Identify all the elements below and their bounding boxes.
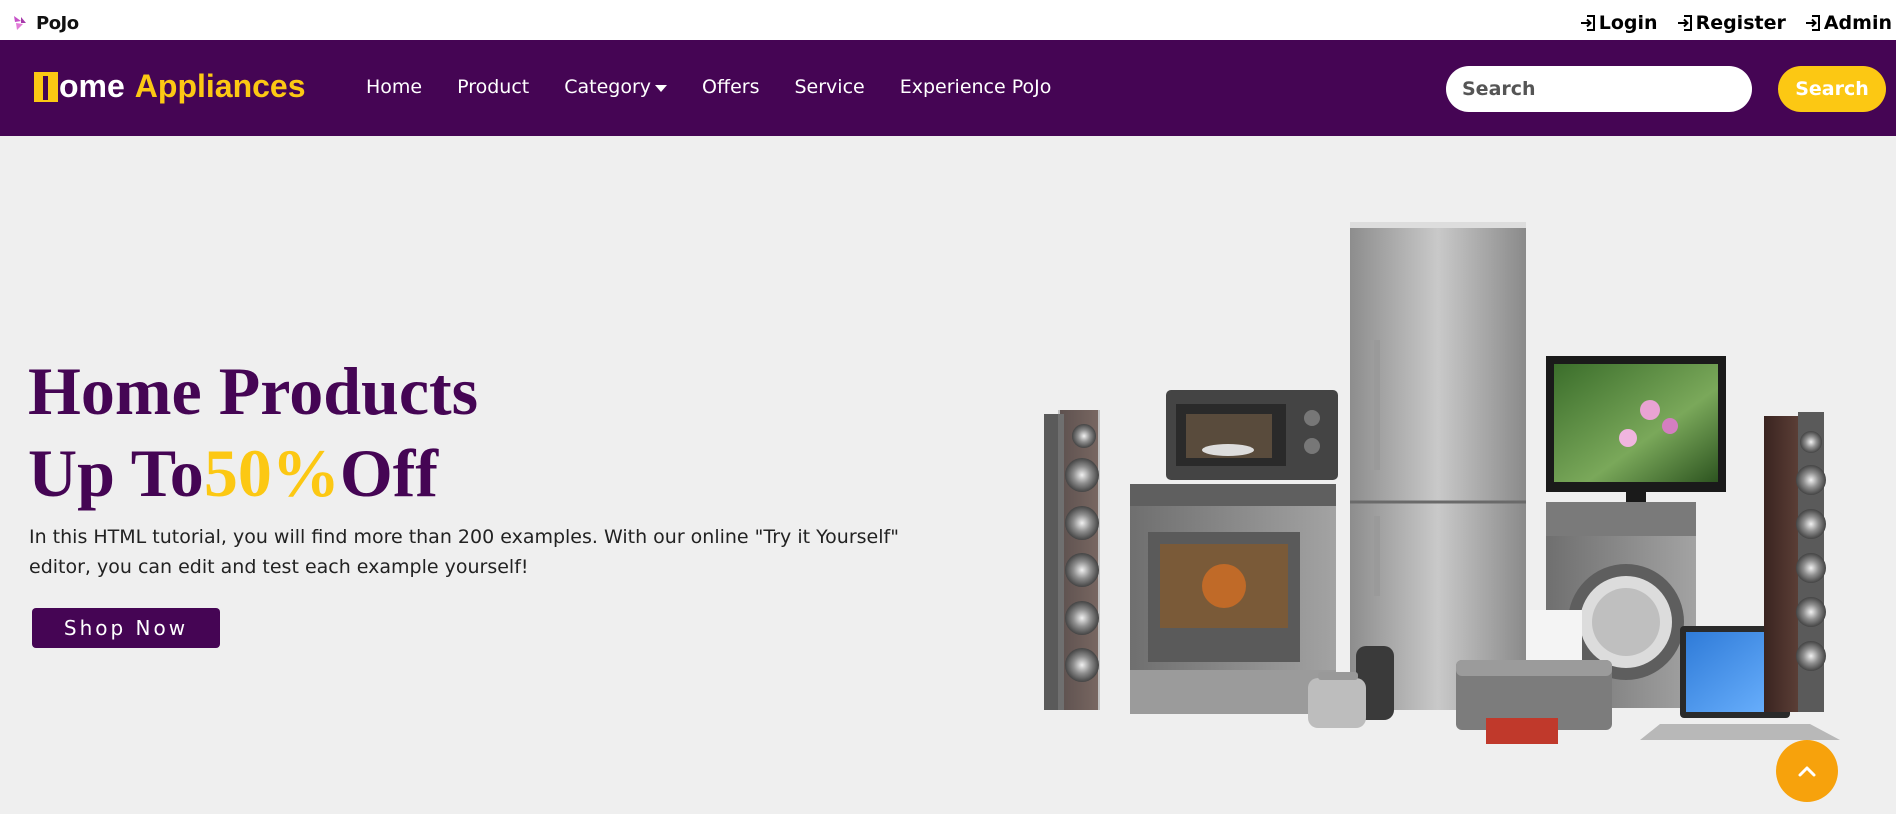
top-utility-bar: PoJo Login Register Admin	[0, 0, 1896, 40]
sign-in-icon	[1805, 15, 1820, 31]
nav-product[interactable]: Product	[457, 76, 529, 98]
caret-down-icon	[655, 84, 668, 92]
nav-home[interactable]: Home	[366, 76, 422, 98]
television	[1546, 356, 1726, 502]
hero-description: In this HTML tutorial, you will find mor…	[29, 526, 899, 578]
sign-in-icon	[1677, 15, 1692, 31]
hero-line-1: Home Products	[28, 353, 479, 429]
left-speaker	[1044, 410, 1100, 710]
nav-experience-pojo[interactable]: Experience PoJo	[900, 76, 1052, 98]
hero-discount: 50%	[203, 435, 340, 511]
login-link[interactable]: Login	[1579, 12, 1658, 34]
brand-word-appliances: Appliances	[134, 68, 306, 104]
nav-offers[interactable]: Offers	[702, 76, 759, 98]
oven	[1130, 484, 1336, 714]
search-input[interactable]	[1446, 66, 1752, 112]
login-label: Login	[1598, 12, 1658, 34]
hero-line-2-prefix: Up To	[28, 435, 204, 511]
admin-label: Admin	[1823, 12, 1892, 34]
brand-word-home: ome	[59, 68, 125, 104]
hero-line-2-suffix: Off	[339, 435, 438, 511]
hero-line-2: Up To50%Off	[28, 432, 478, 514]
site-brand[interactable]: H ome Appliances	[34, 68, 306, 105]
chevron-up-icon	[1798, 766, 1816, 777]
search-button[interactable]: Search	[1778, 66, 1886, 112]
pojo-logo-icon	[14, 16, 26, 30]
brand-h-letter: H	[34, 71, 58, 102]
microwave	[1166, 390, 1338, 480]
register-label: Register	[1695, 12, 1786, 34]
nav-category-label: Category	[564, 76, 652, 98]
mini-brand[interactable]: PoJo	[12, 12, 79, 34]
nav-service[interactable]: Service	[795, 76, 865, 98]
toaster	[1308, 672, 1366, 728]
right-speaker	[1764, 412, 1826, 712]
nav-links: Home Product Category Offers Service Exp…	[366, 76, 1051, 98]
home-appliances-image	[1044, 222, 1840, 744]
mini-brand-text: PoJo	[36, 12, 79, 34]
main-navbar: H ome Appliances Home Product Category O…	[0, 40, 1896, 136]
back-to-top-button[interactable]	[1776, 740, 1838, 802]
nav-category[interactable]: Category	[564, 76, 668, 98]
register-link[interactable]: Register	[1676, 12, 1786, 34]
refrigerator	[1350, 222, 1526, 710]
account-links: Login Register Admin	[1579, 12, 1892, 34]
shop-now-button[interactable]: Shop Now	[32, 608, 220, 648]
sign-in-icon	[1580, 15, 1595, 31]
admin-link[interactable]: Admin	[1804, 12, 1892, 34]
hero-headline: Home Products Up To50%Off	[28, 350, 478, 514]
